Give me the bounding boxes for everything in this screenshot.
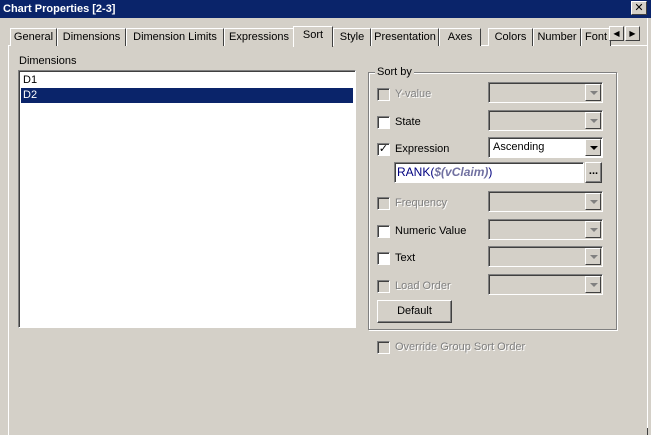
- list-item-d1[interactable]: D1: [21, 73, 353, 88]
- close-icon: ✕: [634, 2, 644, 14]
- close-button[interactable]: ✕: [631, 1, 647, 15]
- chevron-down-icon: [585, 193, 601, 210]
- tab-number[interactable]: Number: [533, 28, 581, 46]
- chevron-down-icon: [585, 139, 601, 156]
- chevron-down-icon: [585, 221, 601, 238]
- chevron-down-icon: [585, 276, 601, 293]
- tab-font[interactable]: Font: [581, 28, 611, 46]
- tab-axes[interactable]: Axes: [439, 28, 481, 46]
- state-checkbox[interactable]: [377, 116, 390, 129]
- tab-colors[interactable]: Colors: [488, 28, 533, 46]
- window-title: Chart Properties [2-3]: [3, 3, 116, 15]
- dimensions-listbox[interactable]: D1 D2: [18, 70, 356, 328]
- load-order-select[interactable]: [488, 274, 603, 295]
- tab-general[interactable]: General: [10, 28, 57, 46]
- default-button[interactable]: Default: [377, 300, 452, 323]
- override-group-sort-label: Override Group Sort Order: [395, 341, 526, 353]
- load-order-checkbox[interactable]: [377, 280, 390, 293]
- check-icon: ✓: [378, 143, 389, 155]
- window-title-bar: Chart Properties [2-3] ✕: [0, 0, 651, 18]
- load-order-label: Load Order: [395, 280, 451, 292]
- chevron-down-icon: [585, 248, 601, 265]
- sort-expression-input[interactable]: RANK($(vClaim)): [394, 162, 584, 183]
- expression-checkbox[interactable]: ✓: [377, 143, 390, 156]
- expression-label: Expression: [395, 143, 450, 155]
- tab-dimensions[interactable]: Dimensions: [57, 28, 126, 46]
- text-order-select[interactable]: [488, 246, 603, 267]
- dimensions-label: Dimensions: [19, 55, 77, 67]
- arrow-right-icon: ▶: [629, 29, 636, 38]
- override-group-sort-checkbox[interactable]: [377, 341, 390, 354]
- tab-scroll-left-button[interactable]: ◀: [609, 26, 624, 41]
- tab-scroll-right-button[interactable]: ▶: [625, 26, 640, 41]
- y-value-checkbox[interactable]: [377, 88, 390, 101]
- numeric-value-label: Numeric Value: [395, 225, 467, 237]
- list-item-d2[interactable]: D2: [21, 88, 353, 103]
- tab-strip: General Dimensions Dimension Limits Expr…: [10, 26, 611, 47]
- y-value-order-select[interactable]: [488, 82, 603, 103]
- chevron-down-icon: [585, 84, 601, 101]
- tab-style[interactable]: Style: [333, 28, 371, 46]
- state-label: State: [395, 116, 421, 128]
- text-label: Text: [395, 252, 416, 264]
- tab-expressions[interactable]: Expressions: [224, 28, 294, 46]
- expression-order-value: Ascending: [493, 141, 545, 153]
- sort-by-title: Sort by: [375, 66, 414, 78]
- tab-presentation[interactable]: Presentation: [371, 28, 439, 46]
- frequency-order-select[interactable]: [488, 191, 603, 212]
- frequency-label: Frequency: [395, 197, 447, 209]
- text-checkbox[interactable]: [377, 252, 390, 265]
- frequency-checkbox[interactable]: [377, 197, 390, 210]
- tab-sort[interactable]: Sort: [293, 26, 333, 47]
- state-order-select[interactable]: [488, 110, 603, 131]
- arrow-left-icon: ◀: [613, 29, 620, 38]
- y-value-label: Y-value: [395, 88, 432, 100]
- edit-expression-button[interactable]: ...: [585, 162, 602, 183]
- expression-order-select[interactable]: Ascending: [488, 137, 603, 158]
- tab-dimension-limits[interactable]: Dimension Limits: [126, 28, 224, 46]
- numeric-value-checkbox[interactable]: [377, 225, 390, 238]
- chevron-down-icon: [585, 112, 601, 129]
- window-right-edge: [647, 18, 651, 428]
- numeric-value-order-select[interactable]: [488, 219, 603, 240]
